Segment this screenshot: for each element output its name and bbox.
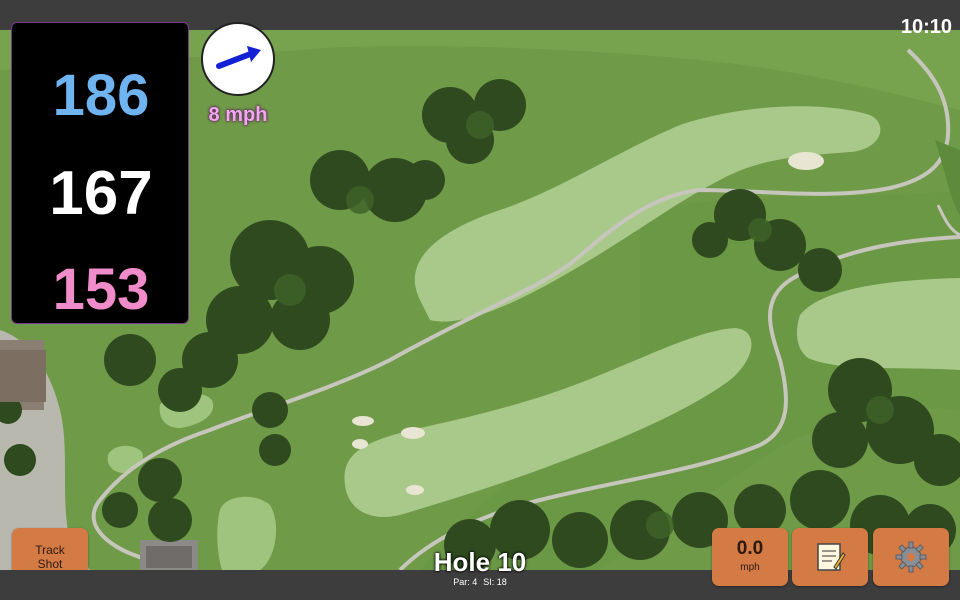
speed-unit: mph — [740, 562, 760, 573]
notepad-icon — [817, 543, 846, 571]
hole-info[interactable]: Hole 10 Par: 4 SI: 18 — [380, 547, 580, 587]
hole-title: Hole 10 — [433, 547, 527, 577]
track-shot-label-line2: Shot — [37, 557, 63, 571]
notes-button[interactable] — [792, 528, 868, 586]
wind-direction-dial[interactable] — [201, 22, 275, 96]
middle-yardage: 167 — [49, 159, 153, 228]
speed-button[interactable]: 0.0 mph — [712, 528, 788, 586]
gear-icon — [895, 541, 927, 573]
back-yardage: 186 — [52, 63, 150, 128]
wind-speed: 8 mph — [208, 104, 268, 126]
arrow-east-icon — [216, 46, 261, 69]
front-yardage: 153 — [52, 257, 150, 322]
yardage-panel: 186 167 153 — [11, 22, 189, 324]
speed-value: 0.0 — [736, 538, 764, 559]
hole-meta: Par: 4 SI: 18 — [380, 577, 580, 587]
hole-par: Par: 4 — [453, 577, 478, 587]
settings-button[interactable] — [873, 528, 949, 586]
track-shot-label-line1: Track — [35, 543, 65, 557]
clock: 10:10 — [900, 16, 952, 38]
hole-stroke-index: SI: 18 — [483, 577, 507, 587]
